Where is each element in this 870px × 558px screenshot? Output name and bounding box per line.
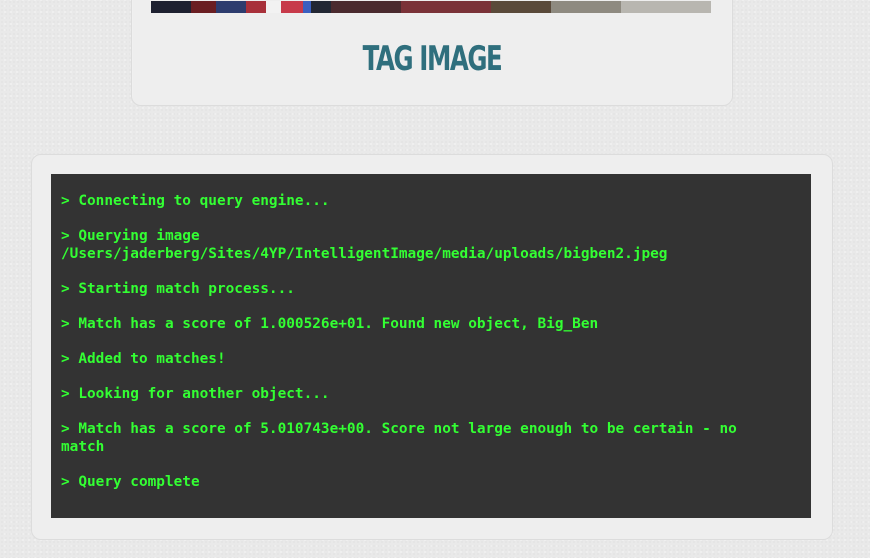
console-line: > Added to matches! bbox=[61, 351, 226, 367]
console-line: > Match has a score of 1.000526e+01. Fou… bbox=[61, 316, 599, 332]
console-line: > Match has a score of 5.010743e+00. Sco… bbox=[61, 421, 737, 455]
console-line: > Querying image /Users/jaderberg/Sites/… bbox=[61, 228, 668, 262]
console-line: > Query complete bbox=[61, 474, 200, 490]
console-line: > Connecting to query engine... bbox=[61, 193, 330, 209]
query-output-card: > Connecting to query engine... > Queryi… bbox=[31, 154, 833, 540]
console-line: > Looking for another object... bbox=[61, 386, 330, 402]
image-card: TAG IMAGE bbox=[131, 0, 733, 106]
console-line: > Starting match process... bbox=[61, 281, 295, 297]
uploaded-image bbox=[151, 1, 711, 13]
tag-image-button[interactable]: TAG IMAGE bbox=[216, 39, 648, 79]
console-output: > Connecting to query engine... > Queryi… bbox=[51, 174, 811, 518]
